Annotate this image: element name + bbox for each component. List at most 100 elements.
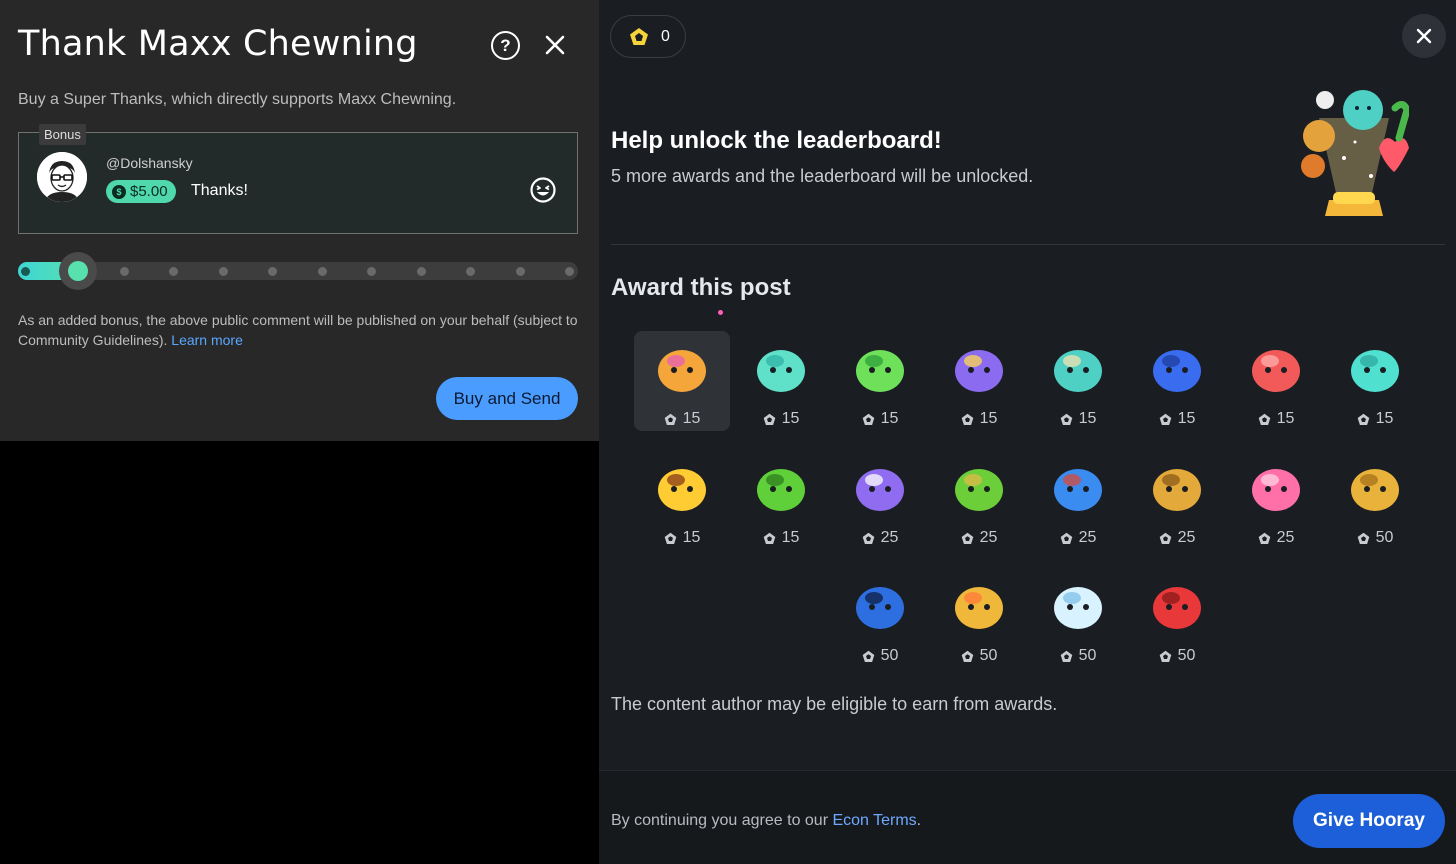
- pink-heart-icon: [1252, 469, 1300, 511]
- award-cost-value: 50: [880, 647, 899, 664]
- award-item[interactable]: 50: [1327, 450, 1423, 550]
- coin-icon: [763, 413, 775, 425]
- award-item[interactable]: 50: [1129, 568, 1225, 668]
- award-cost: 15: [931, 410, 1027, 428]
- laughing-star-icon: [658, 469, 706, 511]
- money-icon: $: [112, 184, 126, 199]
- slider-step-dot[interactable]: [120, 267, 129, 276]
- award-item[interactable]: 15: [733, 331, 829, 431]
- award-item[interactable]: 50: [832, 568, 928, 668]
- award-item[interactable]: 15: [634, 450, 730, 550]
- balance-pill[interactable]: 0: [610, 15, 686, 58]
- gold-coin-icon: [630, 28, 648, 45]
- award-cost-value: 25: [1276, 529, 1295, 546]
- blue-helicopter-blob-icon: [1054, 469, 1102, 511]
- coin-icon: [961, 532, 973, 544]
- award-item[interactable]: 15: [931, 331, 1027, 431]
- section-divider: [611, 244, 1445, 245]
- award-cost-value: 50: [979, 647, 998, 664]
- award-cost: 15: [733, 529, 829, 547]
- coin-icon: [664, 532, 676, 544]
- slider-step-dot[interactable]: [268, 267, 277, 276]
- comment-text[interactable]: Thanks!: [191, 182, 248, 200]
- green-snake-icon: [757, 469, 805, 511]
- buy-and-send-button[interactable]: Buy and Send: [436, 377, 578, 420]
- award-cost-value: 25: [1177, 529, 1196, 546]
- screen: Thank Maxx Chewning ? Buy a Super Thanks…: [0, 0, 1456, 864]
- red-grumpy-blob-icon: [1252, 350, 1300, 392]
- golden-poop-icon: [1351, 469, 1399, 511]
- slider-step-dot[interactable]: [516, 267, 525, 276]
- award-cost-value: 15: [1375, 410, 1394, 427]
- award-cost: 25: [1030, 529, 1126, 547]
- golden-pastry-icon: [1153, 469, 1201, 511]
- award-cost: 50: [1030, 647, 1126, 665]
- eye-pyramid-icon: [955, 587, 1003, 629]
- award-cost: 15: [1228, 410, 1324, 428]
- comment-preview-box: [18, 132, 578, 234]
- award-cost: 15: [733, 410, 829, 428]
- award-cost-value: 25: [979, 529, 998, 546]
- coin-icon: [1060, 650, 1072, 662]
- leaderboard-illustration: [1301, 90, 1409, 216]
- bonus-note: As an added bonus, the above public comm…: [18, 310, 578, 350]
- help-icon[interactable]: ?: [491, 31, 520, 60]
- award-item[interactable]: 50: [931, 568, 1027, 668]
- panel-subtitle: Buy a Super Thanks, which directly suppo…: [18, 91, 457, 108]
- award-item[interactable]: 15: [1030, 331, 1126, 431]
- award-item[interactable]: 25: [832, 450, 928, 550]
- leaderboard-title: Help unlock the leaderboard!: [611, 127, 942, 154]
- award-cost-value: 15: [979, 410, 998, 427]
- learn-more-link[interactable]: Learn more: [171, 332, 243, 348]
- award-item[interactable]: 15: [634, 331, 730, 431]
- award-item[interactable]: 50: [1030, 568, 1126, 668]
- award-cost-value: 15: [1177, 410, 1196, 427]
- award-item[interactable]: 15: [1129, 331, 1225, 431]
- confused-purple-blob-icon: [856, 469, 904, 511]
- award-item[interactable]: 25: [1030, 450, 1126, 550]
- coin-icon: [1357, 532, 1369, 544]
- slider-step-dot[interactable]: [21, 267, 30, 276]
- give-hooray-button[interactable]: Give Hooray: [1293, 794, 1445, 848]
- coin-icon: [1357, 413, 1369, 425]
- award-item[interactable]: 25: [1228, 450, 1324, 550]
- award-cost-value: 25: [1078, 529, 1097, 546]
- coin-icon: [1159, 650, 1171, 662]
- slider-step-dot[interactable]: [417, 267, 426, 276]
- slider-step-dot[interactable]: [219, 267, 228, 276]
- panel-title: Thank Maxx Chewning: [18, 24, 418, 64]
- close-awards-button[interactable]: [1402, 14, 1446, 58]
- amount-slider-track[interactable]: [18, 262, 578, 280]
- award-cost-value: 50: [1078, 647, 1097, 664]
- award-cost: 50: [832, 647, 928, 665]
- award-cost-value: 15: [781, 529, 800, 546]
- award-item[interactable]: 25: [1129, 450, 1225, 550]
- slider-step-dot[interactable]: [367, 267, 376, 276]
- green-creature-icon: [955, 469, 1003, 511]
- bonus-note-text: As an added bonus, the above public comm…: [18, 312, 578, 348]
- award-cost-value: 15: [781, 410, 800, 427]
- terms-suffix: .: [916, 812, 922, 829]
- amount-slider-thumb[interactable]: [59, 252, 97, 290]
- terms-prefix: By continuing you agree to our: [611, 812, 829, 829]
- econ-terms-link[interactable]: Econ Terms: [832, 812, 916, 829]
- award-section-title: Award this post: [611, 274, 791, 301]
- coin-icon: [862, 532, 874, 544]
- close-icon: [1416, 28, 1432, 44]
- terms-text: By continuing you agree to our Econ Term…: [611, 812, 921, 830]
- close-icon[interactable]: [541, 31, 569, 59]
- award-cost: 25: [1129, 529, 1225, 547]
- award-item[interactable]: 15: [1228, 331, 1324, 431]
- award-cost-value: 15: [682, 529, 701, 546]
- slider-step-dot[interactable]: [318, 267, 327, 276]
- award-item[interactable]: 15: [832, 331, 928, 431]
- slider-step-dot[interactable]: [169, 267, 178, 276]
- coin-icon: [1258, 532, 1270, 544]
- slider-step-dot[interactable]: [466, 267, 475, 276]
- award-item[interactable]: 15: [733, 450, 829, 550]
- slider-step-dot[interactable]: [565, 267, 574, 276]
- emoji-icon[interactable]: [529, 176, 557, 204]
- coin-icon: [961, 413, 973, 425]
- award-item[interactable]: 25: [931, 450, 1027, 550]
- award-item[interactable]: 15: [1327, 331, 1423, 431]
